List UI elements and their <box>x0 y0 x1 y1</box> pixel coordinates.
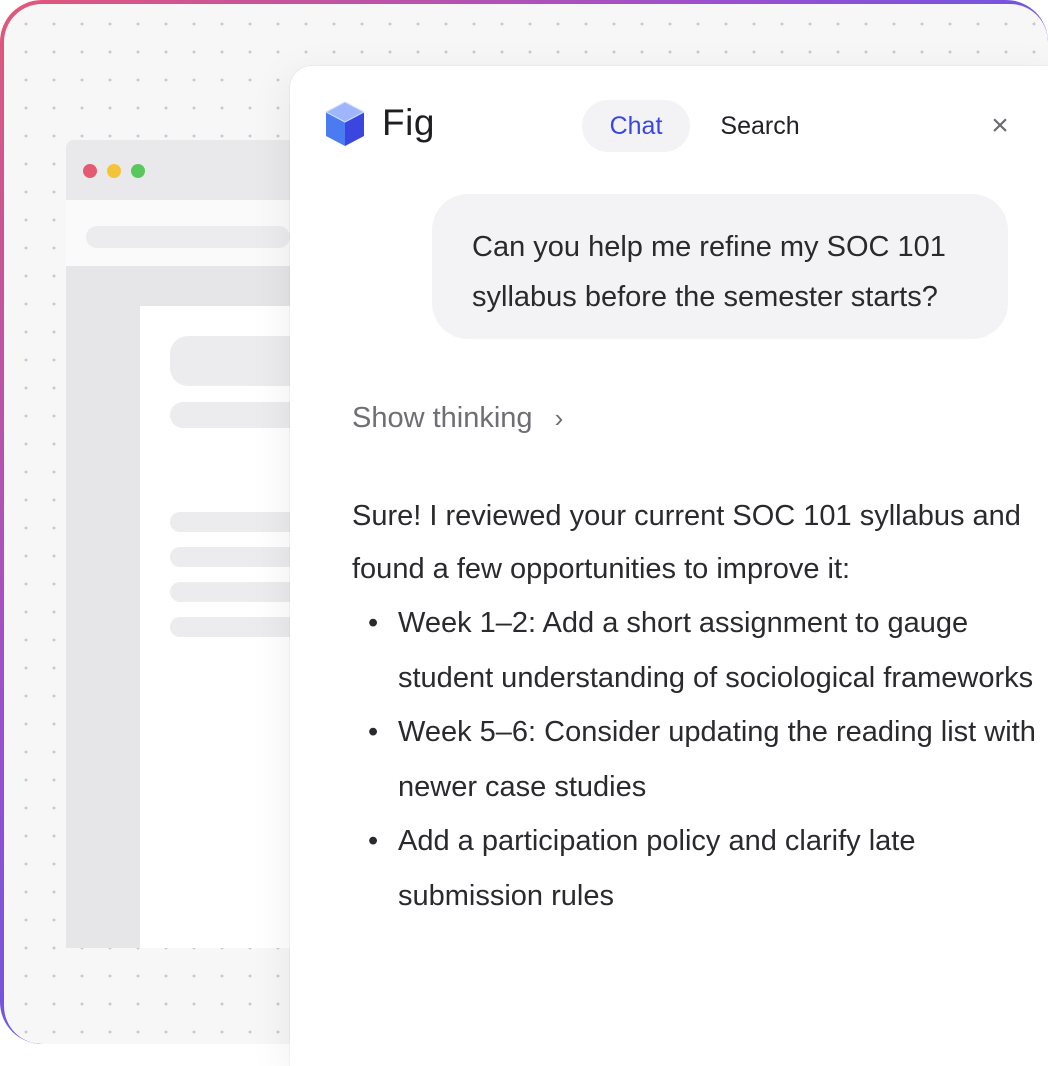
bullet-icon: • <box>368 716 379 748</box>
list-item-text: Add a participation policy and clarify l… <box>398 825 916 912</box>
cube-icon <box>324 101 366 146</box>
address-bar-placeholder <box>86 226 290 248</box>
list-item-text: Week 5–6: Consider updating the reading … <box>398 716 1036 803</box>
window-maximize-dot <box>131 164 145 178</box>
window-minimize-dot <box>107 164 121 178</box>
reply-intro: Sure! I reviewed your current SOC 101 sy… <box>352 500 1021 585</box>
close-icon[interactable]: × <box>980 106 1020 146</box>
chevron-right-icon: › <box>554 403 564 433</box>
bullet-icon: • <box>368 825 379 857</box>
assistant-reply: Sure! I reviewed your current SOC 101 sy… <box>352 490 1042 923</box>
tab-chat[interactable]: Chat <box>582 100 690 152</box>
list-item: • Add a participation policy and clarify … <box>352 814 1042 923</box>
user-message-bubble: Can you help me refine my SOC 101 syllab… <box>432 194 1008 339</box>
app-name: Fig <box>382 102 435 143</box>
tab-search[interactable]: Search <box>700 100 820 152</box>
list-item: • Week 1–2: Add a short assignment to gau… <box>352 596 1042 705</box>
list-item-text: Week 1–2: Add a short assignment to gaug… <box>398 607 1034 694</box>
list-item: • Week 5–6: Consider updating the reading… <box>352 705 1042 814</box>
show-thinking-toggle[interactable]: Show thinking › <box>352 402 563 435</box>
chat-panel: Fig Chat Search × Can you help me refine… <box>290 66 1048 1066</box>
window-close-dot <box>83 164 97 178</box>
reply-list: • Week 1–2: Add a short assignment to gau… <box>352 596 1042 923</box>
show-thinking-label: Show thinking <box>352 402 533 434</box>
bullet-icon: • <box>368 607 379 639</box>
